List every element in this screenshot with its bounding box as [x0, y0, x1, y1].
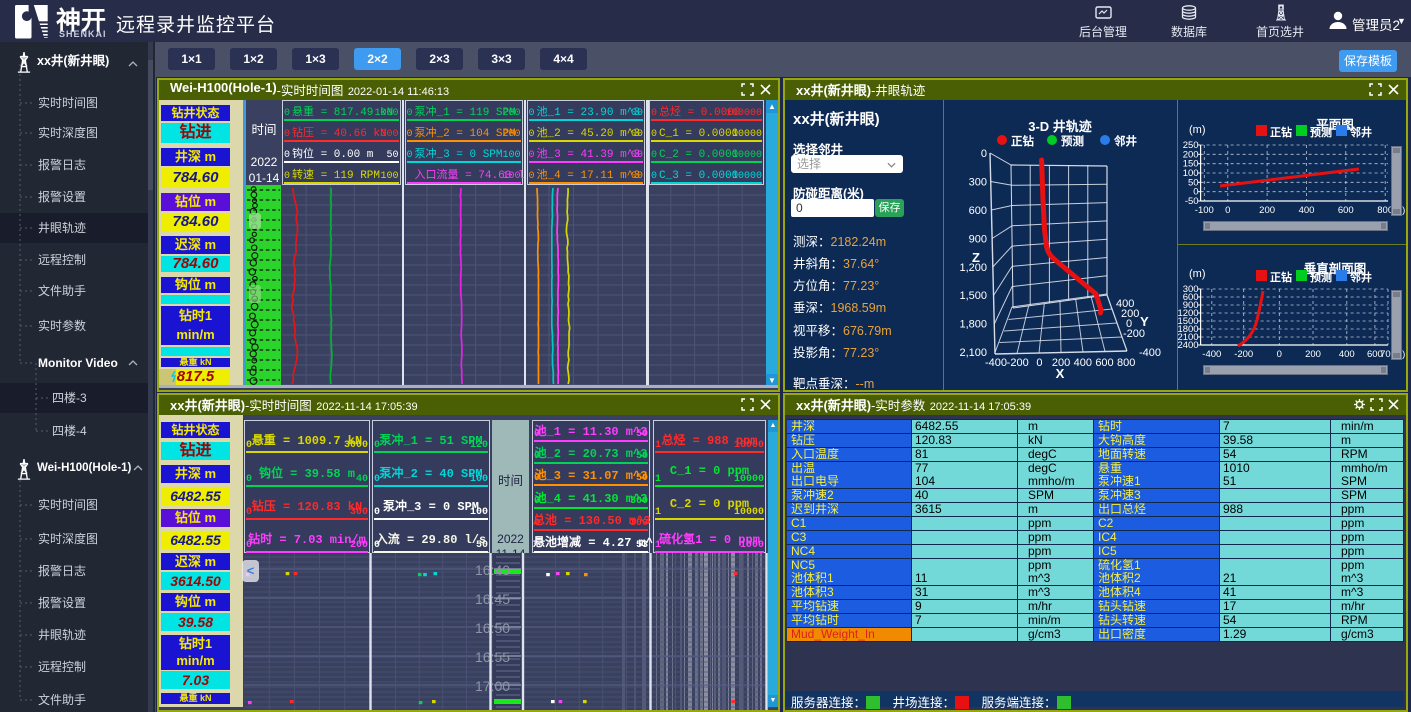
svg-text:X: X: [1056, 366, 1065, 381]
svg-text:600: 600: [969, 205, 987, 217]
svg-text:Y: Y: [1140, 314, 1149, 329]
svg-text:400: 400: [1339, 349, 1355, 360]
svg-text:0: 0: [1036, 357, 1042, 369]
svg-text:0: 0: [981, 148, 987, 160]
svg-text:300: 300: [969, 177, 987, 189]
svg-text:-200: -200: [1123, 328, 1145, 340]
svg-text:Z: Z: [972, 250, 980, 265]
svg-text:-200: -200: [1234, 349, 1253, 360]
svg-text:600: 600: [1095, 357, 1113, 369]
svg-text:200: 200: [1305, 349, 1321, 360]
svg-text:400: 400: [1299, 205, 1315, 216]
svg-text:200: 200: [1259, 205, 1275, 216]
svg-text:-400: -400: [985, 357, 1007, 369]
svg-text:-200: -200: [1007, 357, 1029, 369]
svg-text:0: 0: [1225, 205, 1230, 216]
svg-text:2400: 2400: [1177, 340, 1198, 351]
svg-text:2,100: 2,100: [959, 347, 987, 359]
svg-text:1,800: 1,800: [959, 319, 987, 331]
svg-text:-400: -400: [1139, 347, 1161, 359]
svg-text:0: 0: [1277, 349, 1282, 360]
svg-text:600: 600: [1338, 205, 1354, 216]
svg-text:1,500: 1,500: [959, 290, 987, 302]
svg-text:-100: -100: [1195, 205, 1214, 216]
svg-text:800: 800: [1117, 357, 1135, 369]
svg-text:900: 900: [969, 233, 987, 245]
svg-text:400: 400: [1074, 357, 1092, 369]
svg-text:-400: -400: [1202, 349, 1221, 360]
